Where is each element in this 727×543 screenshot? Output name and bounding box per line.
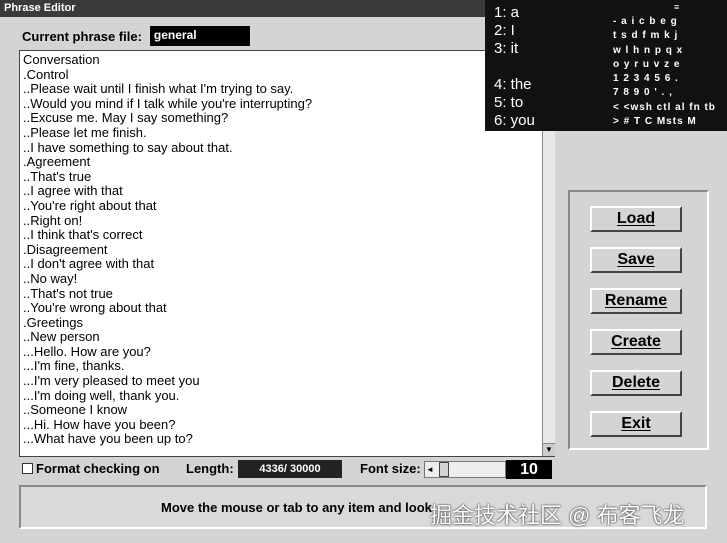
format-checking-checkbox[interactable] <box>22 463 33 474</box>
prediction-item[interactable]: 3: it <box>494 40 518 57</box>
font-size-slider[interactable]: ◄ <box>424 461 506 478</box>
key-row[interactable]: o y r u v z e <box>613 58 725 72</box>
watermark: 掘金技术社区 @ 布客飞龙 <box>430 503 685 528</box>
current-file-row: Current phrase file: general <box>22 26 250 46</box>
status-message: Move the mouse or tab to any item and lo… <box>161 500 432 515</box>
prediction-item[interactable]: 2: I <box>494 22 515 39</box>
key-grid[interactable]: - a i c b e g t s d f m k j w l h n p q … <box>613 15 725 129</box>
phrase-item[interactable]: ...I'm very pleased to meet you <box>23 373 555 389</box>
phrase-item[interactable]: ..I agree with that <box>23 184 555 199</box>
format-checking-label[interactable]: Format checking on <box>36 461 160 476</box>
phrase-item[interactable]: ..Right on! <box>23 213 555 229</box>
prediction-item[interactable]: 1: a <box>494 4 519 21</box>
phrase-list[interactable]: Conversation .Control ..Please wait until … <box>20 51 555 447</box>
phrase-item[interactable]: ...I'm doing well, thank you. <box>23 388 555 404</box>
phrase-item[interactable]: ..You're wrong about that <box>23 300 555 316</box>
key-row[interactable]: < <wsh ctl al fn tb <box>613 101 725 115</box>
phrase-item[interactable]: ..No way! <box>23 271 555 287</box>
phrase-item[interactable]: ..Please let me finish. <box>23 125 555 141</box>
key-row[interactable]: 7 8 9 0 ' . , <box>613 86 725 100</box>
save-button[interactable]: Save <box>590 247 682 273</box>
phrase-item[interactable]: .Greetings <box>23 315 555 331</box>
font-size-value: 10 <box>506 460 552 479</box>
phrase-item[interactable]: ..New person <box>23 330 555 345</box>
current-file-field[interactable]: general <box>149 26 250 46</box>
phrase-item[interactable]: ...Hi. How have you been? <box>23 417 555 433</box>
key-row[interactable]: w l h n p q x <box>613 44 725 58</box>
font-size-label: Font size: <box>360 461 421 476</box>
key-row[interactable]: - a i c b e g <box>613 15 725 29</box>
key-row[interactable]: t s d f m k j <box>613 29 725 43</box>
delete-button[interactable]: Delete <box>590 370 682 396</box>
phrase-item[interactable]: ..I have something to say about that. <box>23 140 555 156</box>
length-label: Length: <box>186 461 234 476</box>
file-actions-panel: Load Save Rename Create Delete Exit <box>568 190 709 450</box>
phrase-item[interactable]: ..I don't agree with that <box>23 257 555 272</box>
phrase-item[interactable]: ..Excuse me. May I say something? <box>23 111 555 126</box>
keyboard-menu-icon[interactable]: ≡ <box>674 2 679 12</box>
phrase-item[interactable]: .Control <box>23 67 555 83</box>
prediction-item[interactable]: 5: to <box>494 94 523 111</box>
slider-left-arrow-icon[interactable]: ◄ <box>425 462 435 477</box>
phrase-item[interactable]: ...What have you been up to? <box>23 432 555 447</box>
phrase-item[interactable]: ...Hello. How are you? <box>23 344 555 360</box>
rename-button[interactable]: Rename <box>590 288 682 314</box>
phrase-item[interactable]: ..You're right about that <box>23 198 555 214</box>
length-value: 4336/ 30000 <box>238 460 342 478</box>
phrase-list-box[interactable]: Conversation .Control ..Please wait until … <box>19 50 555 457</box>
scroll-down-arrow-icon[interactable]: ▼ <box>543 443 555 456</box>
key-row[interactable]: 1 2 3 4 5 6 . <box>613 72 725 86</box>
phrase-item[interactable]: ..I think that's correct <box>23 228 555 243</box>
prediction-item[interactable]: 4: the <box>494 76 532 93</box>
phrase-item[interactable]: ..That's not true <box>23 286 555 302</box>
on-screen-keyboard[interactable]: 1: a 2: I 3: it 4: the 5: to 6: you ≡ - … <box>485 0 727 131</box>
phrase-item[interactable]: .Disagreement <box>23 242 555 258</box>
phrase-item[interactable]: ..That's true <box>23 169 555 185</box>
phrase-item[interactable]: ...I'm fine, thanks. <box>23 359 555 374</box>
load-button[interactable]: Load <box>590 206 682 232</box>
key-row[interactable]: > # T C Msts M <box>613 115 725 129</box>
slider-thumb[interactable] <box>439 462 449 477</box>
create-button[interactable]: Create <box>590 329 682 355</box>
phrase-item[interactable]: .Agreement <box>23 155 555 170</box>
current-file-label: Current phrase file: <box>22 28 142 44</box>
phrase-item[interactable]: Conversation <box>23 52 555 68</box>
phrase-item[interactable]: ..Would you mind if I talk while you're … <box>23 96 555 112</box>
phrase-item[interactable]: ..Someone I know <box>23 403 555 418</box>
options-row: Format checking on Length: 4336/ 30000 F… <box>22 460 562 480</box>
exit-button[interactable]: Exit <box>590 411 682 437</box>
prediction-item[interactable]: 6: you <box>494 112 535 129</box>
phrase-item[interactable]: ..Please wait until I finish what I'm tr… <box>23 82 555 97</box>
